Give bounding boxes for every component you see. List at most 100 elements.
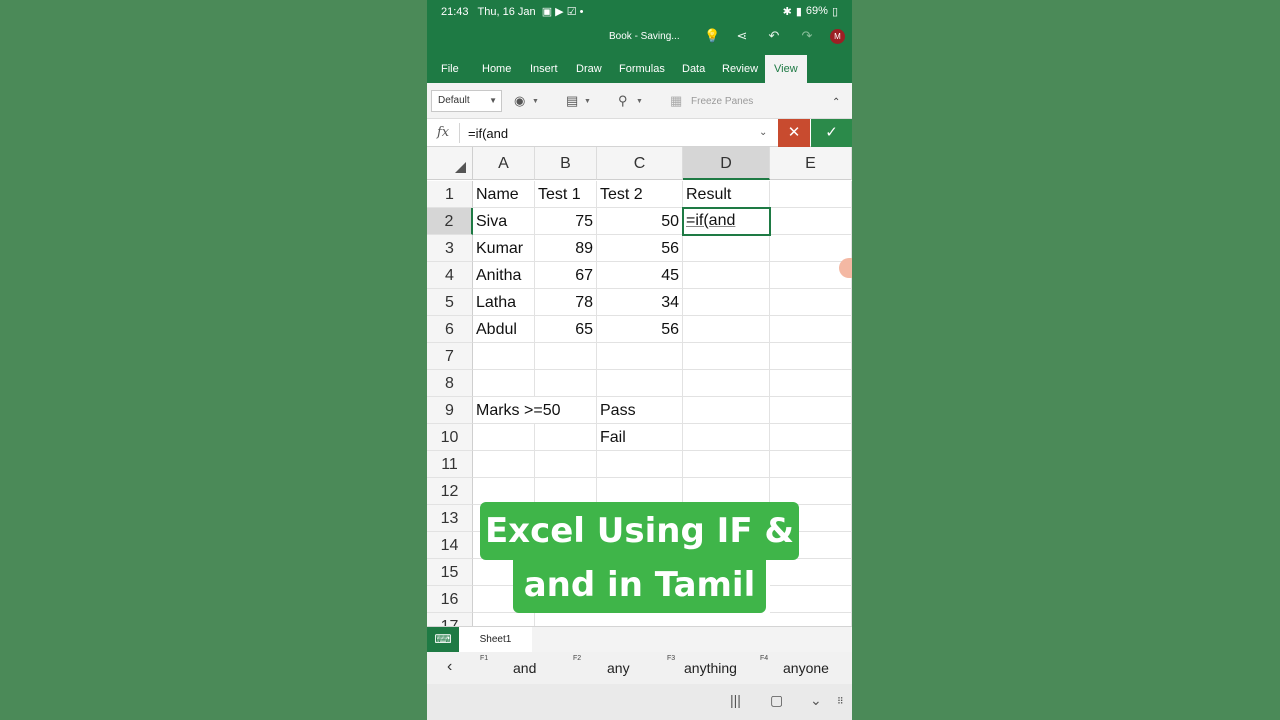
row-header-12[interactable]: 12 bbox=[427, 478, 473, 505]
eye-icon[interactable]: ◉ bbox=[514, 93, 525, 109]
row-header-2[interactable]: 2 bbox=[427, 208, 473, 235]
cell-a17[interactable] bbox=[473, 613, 535, 626]
keyboard-icon[interactable]: ⌨ bbox=[427, 627, 459, 652]
cell-c3[interactable]: 56 bbox=[597, 235, 683, 262]
row-header-17[interactable]: 17 bbox=[427, 613, 473, 626]
cell-d11[interactable] bbox=[683, 451, 770, 478]
cell-e6[interactable] bbox=[770, 316, 852, 343]
cell-a12[interactable] bbox=[473, 478, 535, 505]
lightbulb-icon[interactable]: 💡 bbox=[704, 28, 720, 44]
expand-formula-icon[interactable]: ⌄ bbox=[759, 127, 767, 138]
cell-c9[interactable]: Pass bbox=[597, 397, 683, 424]
tab-file[interactable]: File bbox=[441, 55, 459, 83]
column-header-a[interactable]: A bbox=[473, 147, 535, 180]
cell-a8[interactable] bbox=[473, 370, 535, 397]
row-header-5[interactable]: 5 bbox=[427, 289, 473, 316]
cell-b3[interactable]: 89 bbox=[535, 235, 597, 262]
cell-a2[interactable]: Siva bbox=[473, 208, 535, 235]
back-icon[interactable]: ⌄ bbox=[810, 692, 822, 709]
row-header-14[interactable]: 14 bbox=[427, 532, 473, 559]
confirm-button[interactable]: ✓ bbox=[811, 119, 852, 147]
cell-c7[interactable] bbox=[597, 343, 683, 370]
sheet-tab-sheet1[interactable]: Sheet1 bbox=[459, 627, 532, 652]
row-header-8[interactable]: 8 bbox=[427, 370, 473, 397]
document-title[interactable]: Book - Saving... bbox=[609, 31, 680, 42]
cell-d8[interactable] bbox=[683, 370, 770, 397]
cancel-button[interactable]: ✕ bbox=[778, 119, 810, 147]
row-header-4[interactable]: 4 bbox=[427, 262, 473, 289]
cell-a10[interactable] bbox=[473, 424, 535, 451]
cell-d10[interactable] bbox=[683, 424, 770, 451]
cell-b10[interactable] bbox=[535, 424, 597, 451]
cell-c4[interactable]: 45 bbox=[597, 262, 683, 289]
cell-e10[interactable] bbox=[770, 424, 852, 451]
suggestion-anything[interactable]: anything bbox=[684, 660, 737, 676]
cell-c10[interactable]: Fail bbox=[597, 424, 683, 451]
cell-d5[interactable] bbox=[683, 289, 770, 316]
cell-c2[interactable]: 50 bbox=[597, 208, 683, 235]
cell-a11[interactable] bbox=[473, 451, 535, 478]
cell-e5[interactable] bbox=[770, 289, 852, 316]
recent-apps-icon[interactable]: ||| bbox=[730, 692, 741, 708]
tab-home[interactable]: Home bbox=[482, 55, 511, 83]
cell-b5[interactable]: 78 bbox=[535, 289, 597, 316]
cell-a4[interactable]: Anitha bbox=[473, 262, 535, 289]
cell-e1[interactable] bbox=[770, 181, 852, 208]
row-header-1[interactable]: 1 bbox=[427, 181, 473, 208]
cell-a1[interactable]: Name bbox=[473, 181, 535, 208]
column-header-e[interactable]: E bbox=[770, 147, 852, 180]
cell-b8[interactable] bbox=[535, 370, 597, 397]
cell-d9[interactable] bbox=[683, 397, 770, 424]
row-header-11[interactable]: 11 bbox=[427, 451, 473, 478]
zoom-icon[interactable]: ⚲ bbox=[618, 93, 628, 109]
cell-e3[interactable] bbox=[770, 235, 852, 262]
suggestion-any[interactable]: any bbox=[607, 660, 630, 676]
keyboard-toggle-icon[interactable]: ⠿ bbox=[837, 696, 844, 707]
cell-d7[interactable] bbox=[683, 343, 770, 370]
cell-b7[interactable] bbox=[535, 343, 597, 370]
cell-a9[interactable]: Marks >=50 bbox=[473, 397, 597, 424]
share-icon[interactable]: ⋖ bbox=[734, 28, 750, 44]
avatar[interactable]: M bbox=[830, 29, 845, 44]
row-header-10[interactable]: 10 bbox=[427, 424, 473, 451]
collapse-ribbon-icon[interactable]: ⌃ bbox=[832, 97, 840, 108]
column-header-d[interactable]: D bbox=[683, 147, 770, 180]
row-header-16[interactable]: 16 bbox=[427, 586, 473, 613]
column-header-c[interactable]: C bbox=[597, 147, 683, 180]
cell-b1[interactable]: Test 1 bbox=[535, 181, 597, 208]
cell-e16[interactable] bbox=[770, 586, 852, 613]
cell-c11[interactable] bbox=[597, 451, 683, 478]
row-header-3[interactable]: 3 bbox=[427, 235, 473, 262]
fx-icon[interactable]: fx bbox=[437, 125, 449, 140]
tab-draw[interactable]: Draw bbox=[576, 55, 602, 83]
cell-e11[interactable] bbox=[770, 451, 852, 478]
tab-review[interactable]: Review bbox=[722, 55, 758, 83]
cell-e12[interactable] bbox=[770, 478, 852, 505]
home-icon[interactable]: ▢ bbox=[770, 692, 783, 709]
cell-e9[interactable] bbox=[770, 397, 852, 424]
tab-formulas[interactable]: Formulas bbox=[619, 55, 665, 83]
suggestion-and[interactable]: and bbox=[513, 660, 536, 676]
suggestion-anyone[interactable]: anyone bbox=[783, 660, 829, 676]
cell-d12[interactable] bbox=[683, 478, 770, 505]
cell-d4[interactable] bbox=[683, 262, 770, 289]
row-header-9[interactable]: 9 bbox=[427, 397, 473, 424]
chevron-left-icon[interactable]: ‹ bbox=[447, 658, 452, 676]
cell-d3[interactable] bbox=[683, 235, 770, 262]
row-header-15[interactable]: 15 bbox=[427, 559, 473, 586]
cell-c1[interactable]: Test 2 bbox=[597, 181, 683, 208]
cell-d1[interactable]: Result bbox=[683, 181, 770, 208]
cell-b2[interactable]: 75 bbox=[535, 208, 597, 235]
cell-a3[interactable]: Kumar bbox=[473, 235, 535, 262]
cell-e17[interactable] bbox=[770, 613, 852, 626]
cell-e15[interactable] bbox=[770, 559, 852, 586]
tab-insert[interactable]: Insert bbox=[530, 55, 558, 83]
sheet-view-select[interactable]: Default ▼ bbox=[431, 90, 502, 112]
undo-icon[interactable]: ↶ bbox=[766, 28, 782, 44]
redo-icon[interactable]: ↷ bbox=[799, 28, 815, 44]
cell-c5[interactable]: 34 bbox=[597, 289, 683, 316]
cell-e7[interactable] bbox=[770, 343, 852, 370]
tab-view[interactable]: View bbox=[765, 55, 807, 83]
cell-c8[interactable] bbox=[597, 370, 683, 397]
cell-e2[interactable] bbox=[770, 208, 852, 235]
